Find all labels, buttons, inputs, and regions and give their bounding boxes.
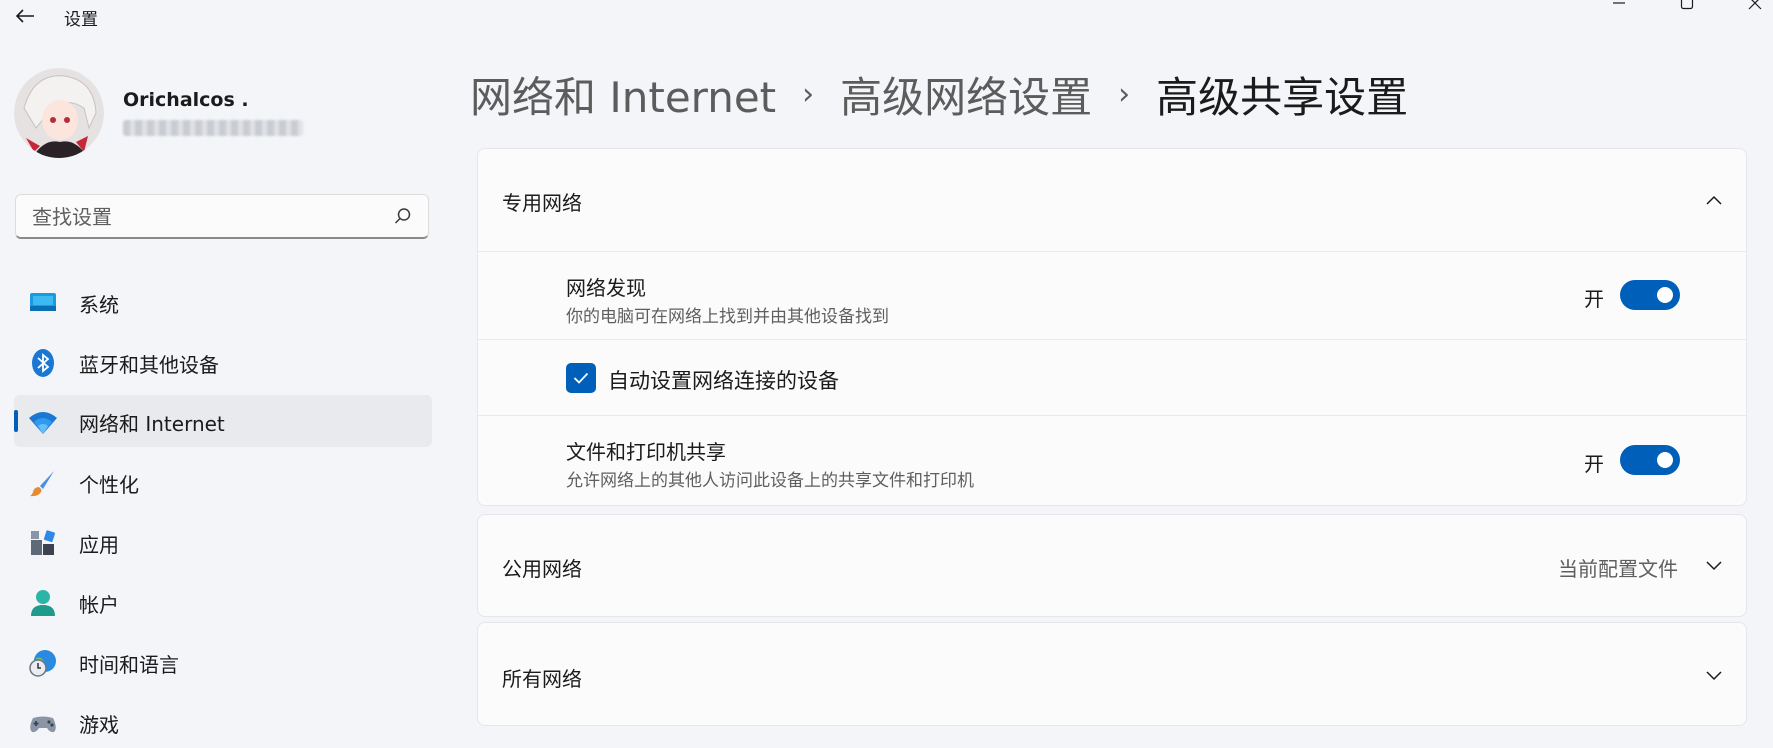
auto-setup-checkbox[interactable]: [566, 363, 596, 393]
breadcrumb-item-advanced-network[interactable]: 高级网络设置: [840, 64, 1092, 125]
breadcrumb-item-network[interactable]: 网络和 Internet: [470, 64, 776, 125]
sidebar-item-apps[interactable]: 应用: [14, 516, 432, 568]
sidebar-item-label: 系统: [79, 293, 119, 317]
page-title: 高级共享设置: [1156, 72, 1409, 122]
sidebar-item-time-language[interactable]: 时间和语言: [14, 636, 432, 688]
section-title: 所有网络: [502, 667, 582, 691]
sidebar-item-accounts[interactable]: 帐户: [14, 576, 432, 628]
toggle-state-label: 开: [1584, 452, 1604, 476]
section-title: 公用网络: [502, 557, 582, 581]
section-title: 专用网络: [502, 191, 582, 215]
sidebar-item-gaming[interactable]: 游戏: [14, 696, 432, 748]
breadcrumb-chevron-icon: ›: [1118, 76, 1131, 112]
account-icon: [28, 588, 58, 618]
public-network-card[interactable]: 公用网络 当前配置文件: [477, 514, 1747, 617]
network-discovery-toggle[interactable]: [1620, 280, 1680, 310]
toggle-knob: [1657, 452, 1673, 468]
row-title: 文件和打印机共享: [566, 440, 726, 464]
bluetooth-icon: [28, 348, 58, 378]
row-description: 允许网络上的其他人访问此设备上的共享文件和打印机: [566, 471, 974, 491]
close-icon: [1748, 0, 1762, 10]
sidebar-item-system[interactable]: 系统: [14, 276, 432, 328]
active-indicator: [14, 410, 18, 432]
private-network-card: 专用网络 网络发现 你的电脑可在网络上找到并由其他设备找到 开 自动设置网络连接…: [477, 148, 1747, 506]
current-profile-label: 当前配置文件: [1558, 557, 1678, 581]
search-box[interactable]: [15, 194, 429, 239]
avatar[interactable]: [14, 68, 104, 158]
breadcrumb: 网络和 Internet › 高级网络设置 › 高级共享设置: [470, 64, 1408, 124]
network-discovery-row: 网络发现 你的电脑可在网络上找到并由其他设备找到 开: [478, 251, 1746, 340]
checkbox-label[interactable]: 自动设置网络连接的设备: [608, 365, 839, 395]
chevron-down-icon[interactable]: [1704, 556, 1724, 576]
sidebar-item-label: 帐户: [79, 593, 119, 617]
toggle-state-label: 开: [1584, 287, 1604, 311]
all-networks-card[interactable]: 所有网络: [477, 622, 1747, 726]
sidebar-item-label: 网络和 Internet: [79, 412, 225, 436]
system-icon: [28, 288, 58, 318]
toggle-knob: [1657, 287, 1673, 303]
sidebar-item-bluetooth[interactable]: 蓝牙和其他设备: [14, 336, 432, 388]
time-language-icon: [28, 648, 58, 678]
file-printer-sharing-row: 文件和打印机共享 允许网络上的其他人访问此设备上的共享文件和打印机 开: [478, 415, 1746, 506]
user-name: Orichalcos .: [123, 89, 249, 111]
chevron-down-icon[interactable]: [1704, 666, 1724, 686]
checkmark-icon: [573, 372, 589, 384]
title-bar: 设置: [0, 0, 1773, 34]
private-network-header[interactable]: 专用网络: [478, 149, 1746, 251]
file-printer-sharing-toggle[interactable]: [1620, 445, 1680, 475]
search-icon[interactable]: [394, 207, 412, 225]
sidebar-item-label: 蓝牙和其他设备: [79, 353, 219, 377]
sidebar-item-label: 个性化: [79, 473, 139, 497]
sidebar-item-label: 应用: [79, 533, 119, 557]
close-button[interactable]: [1733, 0, 1773, 14]
app-title: 设置: [64, 10, 98, 30]
back-button[interactable]: [10, 2, 40, 30]
apps-icon: [28, 528, 58, 558]
row-title: 网络发现: [566, 276, 646, 300]
breadcrumb-chevron-icon: ›: [802, 76, 815, 112]
sidebar-item-network[interactable]: 网络和 Internet: [14, 395, 432, 447]
search-input[interactable]: [30, 204, 384, 230]
brush-icon: [28, 468, 58, 498]
sidebar-item-label: 游戏: [79, 713, 119, 737]
chevron-up-icon[interactable]: [1704, 190, 1724, 210]
minimize-button[interactable]: [1597, 0, 1641, 14]
auto-setup-row: 自动设置网络连接的设备: [478, 339, 1746, 416]
back-arrow-icon: [15, 9, 34, 23]
maximize-icon: [1680, 0, 1694, 10]
wifi-icon: [28, 407, 58, 437]
row-description: 你的电脑可在网络上找到并由其他设备找到: [566, 307, 889, 327]
sidebar-item-personalization[interactable]: 个性化: [14, 456, 432, 508]
gaming-icon: [28, 708, 58, 738]
user-email-redacted: ••••••••••••••••••••: [123, 120, 303, 136]
maximize-button[interactable]: [1665, 0, 1709, 14]
minimize-icon: [1613, 2, 1625, 4]
sidebar-item-label: 时间和语言: [79, 653, 179, 677]
